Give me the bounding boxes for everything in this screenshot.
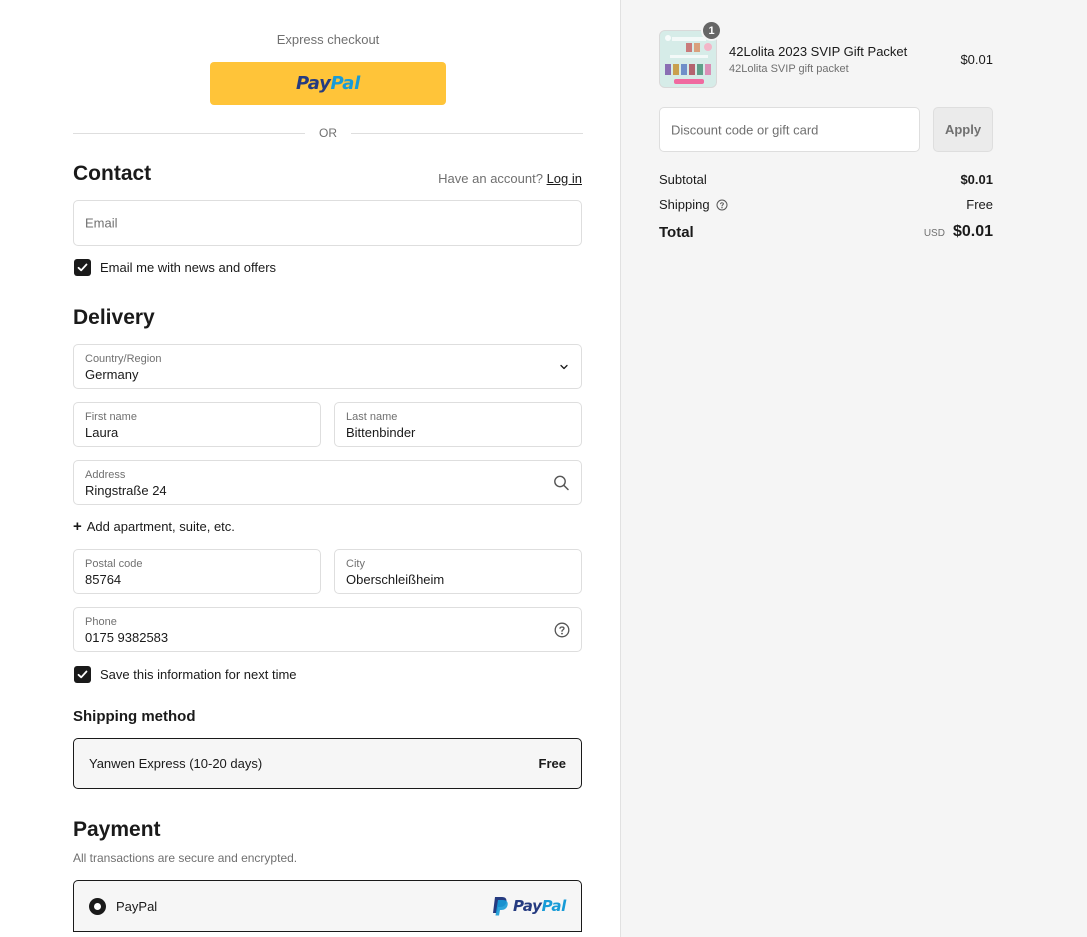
paypal-radio[interactable] [89,897,106,915]
shipping-value: Free [966,197,993,212]
payment-subtitle: All transactions are secure and encrypte… [73,851,298,865]
shipping-label: Shipping [659,197,710,212]
address-value: Ringstraße 24 [85,483,167,498]
postal-code-field[interactable]: Postal code 85764 [73,549,321,594]
paypal-logo: Pay Pal [492,896,566,916]
city-value: Oberschleißheim [346,572,445,587]
last-name-value: Bittenbinder [346,425,416,440]
checkout-main: Express checkout Pay Pal OR Contact Have … [0,0,620,937]
shipping-row: Shipping Free [659,197,993,212]
subtotal-label: Subtotal [659,172,707,187]
discount-placeholder: Discount code or gift card [671,122,819,137]
check-icon [77,263,88,272]
plus-icon: + [73,518,82,535]
subtotal-value: $0.01 [960,172,993,187]
country-label: Country/Region [85,353,162,365]
country-value: Germany [85,367,139,382]
or-divider: OR [73,124,583,142]
discount-code-input[interactable]: Discount code or gift card [659,107,920,152]
shipping-option-price: Free [538,756,566,771]
first-name-field[interactable]: First name Laura [73,402,321,447]
product-variant: 42Lolita SVIP gift packet [729,63,849,75]
address-label: Address [85,469,126,481]
or-text: OR [319,126,337,140]
delivery-heading: Delivery [73,306,155,329]
paypal-express-button[interactable]: Pay Pal [210,62,446,105]
paypal-logo-text-pal: Pal [541,897,567,915]
shipping-option[interactable]: Yanwen Express (10-20 days) Free [73,738,582,789]
subtotal-row: Subtotal $0.01 [659,172,993,187]
paypal-logo-pal: Pal [330,73,361,94]
total-row: Total USD $0.01 [659,223,993,241]
product-name: 42Lolita 2023 SVIP Gift Packet [729,44,908,59]
currency-code: USD [923,228,945,239]
payment-option-paypal[interactable]: PayPal Pay Pal [73,880,582,932]
last-name-label: Last name [346,411,398,423]
email-placeholder: Email [85,215,118,231]
help-icon[interactable] [554,622,570,638]
phone-value: 0175 9382583 [85,630,169,645]
save-info-checkbox[interactable] [74,666,91,683]
email-field[interactable]: Email [73,200,582,246]
save-info-checkbox-row[interactable]: Save this information for next time [74,666,297,683]
address-field[interactable]: Address Ringstraße 24 [73,460,582,505]
shipping-method-heading: Shipping method [73,708,196,725]
postal-code-label: Postal code [85,558,143,570]
product-price: $0.01 [960,52,993,67]
city-label: City [346,558,365,570]
newsletter-checkbox[interactable] [74,259,91,276]
chevron-down-icon [558,361,570,373]
last-name-field[interactable]: Last name Bittenbinder [334,402,582,447]
paypal-p-icon [493,897,508,916]
newsletter-checkbox-row[interactable]: Email me with news and offers [74,259,276,276]
paypal-logo-pay: Pay [296,73,331,94]
apply-button[interactable]: Apply [933,107,993,152]
login-link[interactable]: Log in [547,171,582,186]
country-select[interactable]: Country/Region Germany [73,344,582,389]
check-icon [77,670,88,679]
contact-heading: Contact [73,162,152,185]
add-apartment-link[interactable]: + Add apartment, suite, etc. [73,518,235,535]
first-name-label: First name [85,411,137,423]
postal-code-value: 85764 [85,572,122,587]
quantity-badge: 1 [701,20,722,41]
express-checkout-label: Express checkout [276,32,380,47]
total-value: $0.01 [952,223,993,240]
first-name-value: Laura [85,425,119,440]
save-info-label: Save this information for next time [100,667,297,682]
help-icon[interactable] [716,199,728,211]
payment-heading: Payment [73,818,161,841]
payment-method-label: PayPal [116,898,158,914]
phone-field[interactable]: Phone 0175 9382583 [73,607,582,652]
account-prompt-text: Have an account? [438,171,543,186]
search-icon[interactable] [553,474,570,491]
add-apartment-label: Add apartment, suite, etc. [86,519,235,534]
account-prompt: Have an account? Log in [438,171,582,186]
city-field[interactable]: City Oberschleißheim [334,549,582,594]
shipping-option-name: Yanwen Express (10-20 days) [89,756,263,771]
newsletter-label: Email me with news and offers [100,260,277,275]
total-label: Total [659,223,694,241]
phone-label: Phone [85,616,117,628]
paypal-logo-text-pay: Pay [513,897,542,915]
